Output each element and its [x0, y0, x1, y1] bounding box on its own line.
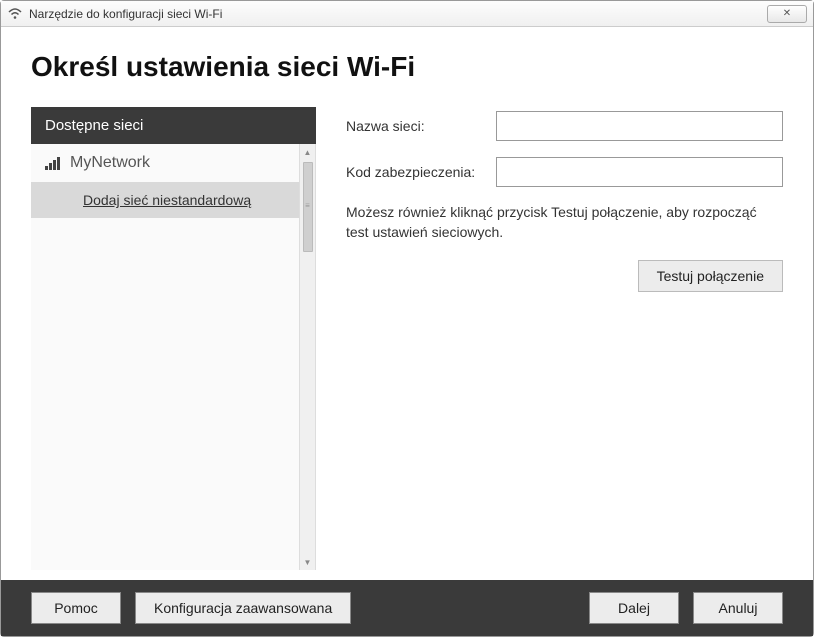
wifi-app-icon [7, 6, 23, 22]
network-name-row: Nazwa sieci: [346, 111, 783, 141]
network-name-input[interactable] [496, 111, 783, 141]
network-list-scrollbar: ▲ ▼ [299, 144, 315, 570]
scroll-down-arrow[interactable]: ▼ [300, 554, 315, 570]
network-name: MyNetwork [70, 154, 150, 172]
footer-bar: Pomoc Konfiguracja zaawansowana Dalej An… [1, 580, 813, 636]
security-code-row: Kod zabezpieczenia: [346, 157, 783, 187]
close-icon: ✕ [783, 8, 791, 19]
network-name-label: Nazwa sieci: [346, 118, 496, 134]
cancel-button[interactable]: Anuluj [693, 592, 783, 624]
main-row: Dostępne sieci MyNetwork Dodaj sieć nies… [31, 107, 783, 570]
titlebar: Narzędzie do konfiguracji sieci Wi-Fi ✕ [1, 1, 813, 27]
network-settings-form: Nazwa sieci: Kod zabezpieczenia: Możesz … [346, 107, 783, 570]
test-connection-button[interactable]: Testuj połączenie [638, 260, 783, 292]
test-button-row: Testuj połączenie [346, 260, 783, 292]
page-title: Określ ustawienia sieci Wi-Fi [31, 51, 783, 83]
wifi-config-window: Narzędzie do konfiguracji sieci Wi-Fi ✕ … [0, 0, 814, 637]
security-code-input[interactable] [496, 157, 783, 187]
network-list: MyNetwork Dodaj sieć niestandardową ▲ ▼ [31, 144, 316, 570]
available-networks-header: Dostępne sieci [31, 107, 316, 144]
security-code-label: Kod zabezpieczenia: [346, 164, 496, 180]
network-item-mynetwork[interactable]: MyNetwork [31, 144, 315, 182]
help-button[interactable]: Pomoc [31, 592, 121, 624]
close-button[interactable]: ✕ [767, 5, 807, 23]
connection-test-hint: Możesz również kliknąć przycisk Testuj p… [346, 203, 783, 242]
advanced-config-button[interactable]: Konfiguracja zaawansowana [135, 592, 351, 624]
content-area: Określ ustawienia sieci Wi-Fi Dostępne s… [1, 27, 813, 580]
signal-strength-icon [45, 156, 60, 170]
scroll-thumb[interactable] [303, 162, 313, 252]
scroll-up-arrow[interactable]: ▲ [300, 144, 315, 160]
titlebar-title: Narzędzie do konfiguracji sieci Wi-Fi [29, 7, 767, 21]
available-networks-panel: Dostępne sieci MyNetwork Dodaj sieć nies… [31, 107, 316, 570]
add-custom-network-link[interactable]: Dodaj sieć niestandardową [31, 182, 315, 218]
next-button[interactable]: Dalej [589, 592, 679, 624]
